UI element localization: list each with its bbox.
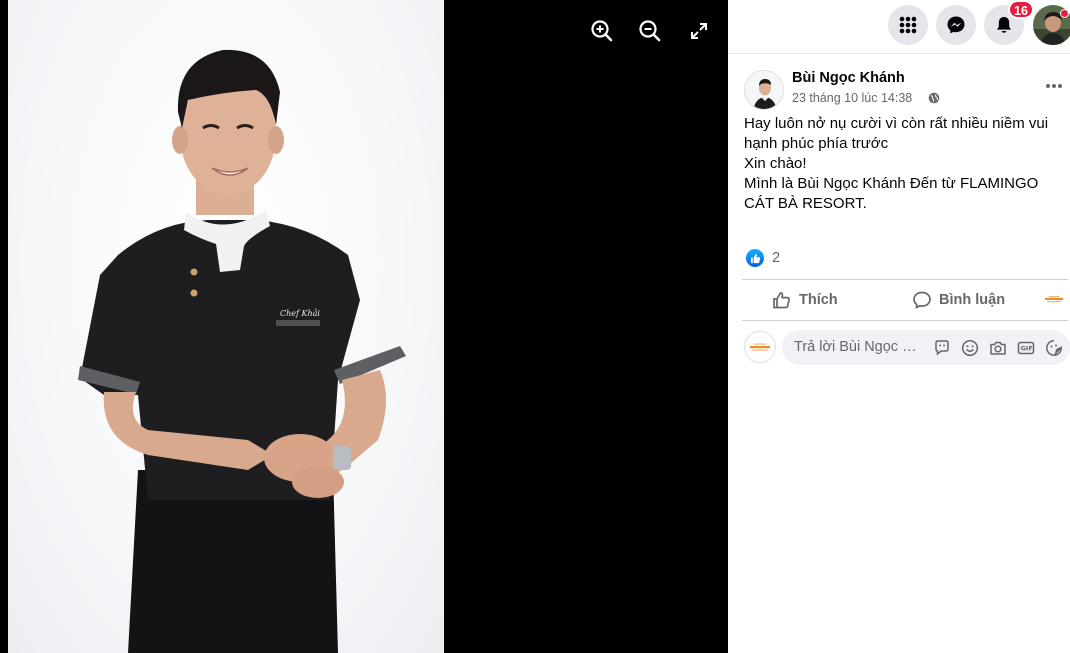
post-actions: Thích Bình luận <box>742 279 1068 321</box>
sticker-face-icon <box>1046 340 1062 356</box>
globe-icon <box>928 92 940 104</box>
emoji-icon <box>961 339 979 357</box>
emoji-button[interactable] <box>960 338 980 358</box>
zoom-out-icon <box>639 20 661 42</box>
post-line: hạnh phúc phía trước <box>744 135 889 152</box>
post-message: Hay luôn nở nụ cười vì còn rất nhiều niề… <box>744 114 1062 214</box>
messenger-button[interactable] <box>936 5 976 45</box>
page-avatar-switch[interactable] <box>1044 280 1064 320</box>
post-line: Hay luôn nở nụ cười vì còn rất nhiều niề… <box>744 115 1049 132</box>
camera-icon <box>990 341 1006 355</box>
unread-dot <box>1060 9 1069 18</box>
svg-text:GIF: GIF <box>1021 345 1033 353</box>
sticker-icon <box>935 340 949 356</box>
post-line: CÁT BÀ RESORT. <box>744 195 867 212</box>
menu-button[interactable] <box>888 5 928 45</box>
author-avatar-image <box>745 71 783 109</box>
more-icon <box>1046 84 1062 88</box>
thumbs-up-glyph <box>750 253 760 263</box>
sticker-button[interactable] <box>1044 338 1064 358</box>
gif-button[interactable]: GIF <box>1016 338 1036 358</box>
like-label: Thích <box>799 292 838 308</box>
post-options-button[interactable] <box>1042 74 1066 98</box>
like-button[interactable]: Thích <box>772 280 838 320</box>
comment-composer: Trả lời Bùi Ngọc Khánh... <box>744 330 1070 366</box>
post-panel: 16 Bùi Ngọc Khánh 23 tháng 10 lúc 14:38 <box>728 0 1070 653</box>
comment-icon <box>913 291 931 309</box>
zoom-in-button[interactable] <box>589 18 615 44</box>
commenter-avatar[interactable] <box>744 331 776 363</box>
post-timestamp[interactable]: 23 tháng 10 lúc 14:38 <box>792 91 912 105</box>
zoom-in-icon <box>591 20 613 42</box>
author-avatar[interactable] <box>744 70 784 110</box>
zoom-out-button[interactable] <box>637 18 663 44</box>
bell-icon <box>997 17 1011 33</box>
page-logo-icon <box>750 343 770 351</box>
menu-grid-icon <box>899 16 917 34</box>
reaction-count: 2 <box>772 250 781 266</box>
post-header: Bùi Ngọc Khánh 23 tháng 10 lúc 14:38 <box>744 70 1070 112</box>
comment-label: Bình luận <box>939 292 1006 308</box>
chef-badge-text: Chef Khải <box>280 309 320 318</box>
comment-button[interactable]: Bình luận <box>912 280 1005 320</box>
post-line: Xin chào! <box>744 155 807 172</box>
chef-photo: Chef Khải <box>78 49 406 653</box>
comment-placeholder: Trả lời Bùi Ngọc Khánh... <box>794 339 924 355</box>
author-name[interactable]: Bùi Ngọc Khánh <box>792 70 905 86</box>
photo[interactable]: Chef Khải <box>8 0 444 653</box>
photo-button[interactable] <box>988 338 1008 358</box>
like-icon <box>773 292 790 309</box>
photo-viewer: Chef Khải <box>0 0 728 653</box>
fullscreen-icon <box>691 23 707 39</box>
page-logo-icon <box>1045 296 1063 303</box>
top-bar: 16 <box>728 0 1070 54</box>
fullscreen-button[interactable] <box>686 18 712 44</box>
post-line: Mình là Bùi Ngọc Khánh Đến từ FLAMINGO <box>744 175 1039 192</box>
messenger-icon <box>947 16 965 34</box>
gif-icon: GIF <box>1017 341 1035 355</box>
notification-badge: 16 <box>1008 0 1034 19</box>
like-reaction-icon <box>746 249 764 267</box>
avatar-sticker-button[interactable] <box>932 338 952 358</box>
comment-input[interactable]: Trả lời Bùi Ngọc Khánh... <box>782 330 1070 365</box>
reactions-summary[interactable]: 2 <box>746 248 780 268</box>
